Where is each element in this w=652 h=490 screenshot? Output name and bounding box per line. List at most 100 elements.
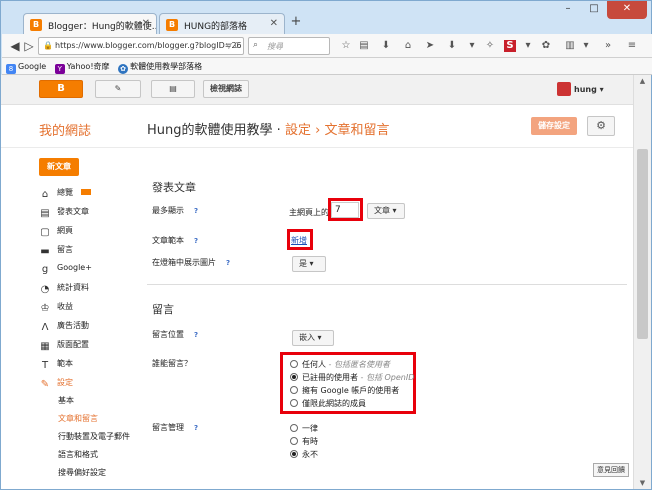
template-icon: T: [41, 360, 49, 371]
pages-icon: ▢: [40, 227, 50, 238]
avatar: [557, 82, 571, 96]
radio-button[interactable]: [290, 360, 298, 368]
scrollbar-thumb[interactable]: [637, 149, 648, 339]
new-tab-button[interactable]: +: [287, 15, 305, 31]
layout-icon: ▦: [40, 341, 50, 352]
sidebar-item-settings[interactable]: ✎ 設定: [39, 377, 73, 393]
sidebar-item-stats[interactable]: ◔ 統計資料: [39, 282, 89, 298]
sidebar-item-pages[interactable]: ▢ 網頁: [39, 225, 73, 241]
radio-moderation-always[interactable]: 一律: [290, 423, 318, 434]
feedback-button[interactable]: 意見回饋: [593, 463, 629, 477]
sidebar-item-overview[interactable]: ⌂ 總覽: [39, 187, 91, 203]
reading-list-icon[interactable]: ▤: [356, 38, 372, 54]
bookmark-yahoo[interactable]: Y Yahoo!奇摩: [54, 61, 110, 74]
sidebar-subitem-search-preferences[interactable]: 搜尋偏好設定: [58, 467, 106, 478]
radio-moderation-sometimes[interactable]: 有時: [290, 436, 318, 447]
gear-icon[interactable]: ⚙: [587, 116, 615, 136]
sidebar-item-googleplus[interactable]: g Google+: [39, 263, 92, 279]
page-title: 文章和留言: [324, 123, 390, 138]
save-settings-button[interactable]: 儲存設定: [531, 117, 577, 135]
pencil-icon[interactable]: ✎: [95, 80, 141, 98]
addon-s-icon[interactable]: S: [504, 40, 516, 52]
radio-button-selected[interactable]: [290, 373, 298, 381]
googleplus-icon: g: [41, 264, 49, 275]
help-icon[interactable]: ?: [194, 207, 198, 215]
comment-location-dropdown[interactable]: 嵌入 ▾: [292, 330, 334, 346]
address-bar[interactable]: 🔒 https://www.blogger.com/blogger.g?blog…: [38, 37, 244, 55]
home-icon[interactable]: ⌂: [400, 38, 416, 54]
bookmark-google[interactable]: 8 Google: [6, 62, 46, 74]
sidebar-subitem-basic[interactable]: 基本: [58, 395, 74, 406]
sidebar-subitem-language-format[interactable]: 語言和格式: [58, 449, 98, 460]
page-header: 我的網誌 Hung的軟體使用教學 · 設定 › 文章和留言 儲存設定 ⚙: [1, 106, 633, 148]
downloads-icon[interactable]: ⬇: [378, 38, 394, 54]
vertical-scrollbar[interactable]: ▲ ▼: [633, 75, 651, 489]
posts-unit-dropdown[interactable]: 文章 ▾: [367, 203, 405, 219]
radio-button[interactable]: [290, 424, 298, 432]
blogger-home-button[interactable]: B: [39, 80, 83, 98]
addon-tool-icon[interactable]: ✧: [482, 38, 498, 54]
scroll-down-icon[interactable]: ▼: [634, 479, 651, 487]
minimize-button[interactable]: –: [555, 1, 581, 19]
user-menu[interactable]: hung ▾: [557, 82, 604, 96]
radio-blog-members[interactable]: 僅限此網誌的成員: [290, 398, 366, 409]
lock-icon: 🔒: [43, 41, 53, 50]
close-tab-icon[interactable]: ✕: [142, 18, 150, 29]
sidebar-item-posts[interactable]: ▤ 發表文章: [39, 206, 89, 222]
clipboard-dropdown-icon[interactable]: ▾: [578, 38, 594, 54]
send-icon[interactable]: ➤: [422, 38, 438, 54]
sidebar-subitem-mobile-email[interactable]: 行動裝置及電子郵件: [58, 431, 130, 442]
breadcrumb: Hung的軟體使用教學 · 設定 › 文章和留言: [147, 123, 390, 138]
new-post-button[interactable]: 新文章: [39, 158, 79, 176]
tab-strip: B Blogger：Hung的軟體使... ✕ B HUNG的部落格 ✕ +: [7, 9, 571, 35]
sidebar-item-layout[interactable]: ▦ 版面配置: [39, 339, 89, 355]
reload-icon[interactable]: ▽ C: [226, 41, 240, 50]
radio-google-account[interactable]: 擁有 Google 帳戶的使用者: [290, 385, 399, 396]
help-icon[interactable]: ?: [194, 331, 198, 339]
radio-button[interactable]: [290, 386, 298, 394]
sidebar-item-template[interactable]: T 範本: [39, 358, 73, 374]
lightbox-dropdown[interactable]: 是 ▾: [292, 256, 326, 272]
copy-posts-icon[interactable]: ▤: [151, 80, 195, 98]
overflow-chevron-icon[interactable]: »: [600, 38, 616, 54]
forward-arrow-icon[interactable]: ▷: [20, 37, 38, 55]
help-icon[interactable]: ?: [194, 424, 198, 432]
radio-registered-users[interactable]: 已註冊的使用者 - 包括 OpenID: [290, 372, 414, 383]
sidebar: 新文章 ⌂ 總覽 ▤ 發表文章 ▢ 網頁 ▬ 留言 g Google+ ◔ 統計資料 ♔ 收益…: [1, 149, 137, 489]
bookmark-star-icon[interactable]: ☆: [338, 38, 354, 54]
scroll-up-icon[interactable]: ▲: [634, 77, 651, 85]
radio-anyone[interactable]: 任何人 - 包括匿名使用者: [290, 359, 390, 370]
browser-toolbar: ◀ ▷ 🔒 https://www.blogger.com/blogger.g?…: [2, 34, 652, 58]
sidebar-item-earnings[interactable]: ♔ 收益: [39, 301, 73, 317]
blogger-topbar: B ✎ ▤ 檢視網誌 hung ▾: [1, 75, 633, 105]
breadcrumb-settings[interactable]: 設定: [285, 123, 311, 138]
highlight-box: [287, 229, 313, 250]
addon-dropdown-icon[interactable]: ▾: [520, 38, 536, 54]
my-blogs-link[interactable]: 我的網誌: [39, 120, 91, 139]
tab-hung-blog[interactable]: B HUNG的部落格 ✕: [159, 13, 285, 35]
menu-icon[interactable]: ≡: [624, 38, 640, 54]
radio-button[interactable]: [290, 399, 298, 407]
settings-wrench-icon: ✎: [40, 379, 50, 390]
comments-icon: ▬: [40, 246, 50, 257]
sidebar-item-comments[interactable]: ▬ 留言: [39, 244, 73, 260]
sidebar-item-campaigns[interactable]: Λ 廣告活動: [39, 320, 89, 336]
addon-arrow-icon[interactable]: ▾: [464, 38, 480, 54]
puzzle-icon[interactable]: ✿: [538, 38, 554, 54]
tab-blogger[interactable]: B Blogger：Hung的軟體使... ✕: [23, 13, 157, 35]
sidebar-subitem-posts-comments[interactable]: 文章和留言: [58, 413, 98, 424]
maximize-button[interactable]: □: [581, 1, 607, 19]
radio-button[interactable]: [290, 437, 298, 445]
help-icon[interactable]: ?: [194, 237, 198, 245]
radio-moderation-never[interactable]: 永不: [290, 449, 318, 460]
addon-download-icon[interactable]: ⬇: [444, 38, 460, 54]
close-window-button[interactable]: ✕: [607, 1, 647, 19]
home-icon: ⌂: [41, 189, 49, 200]
clipboard-icon[interactable]: ▥: [562, 38, 578, 54]
radio-button-selected[interactable]: [290, 450, 298, 458]
view-blog-button[interactable]: 檢視網誌: [203, 80, 249, 98]
search-input[interactable]: ⌕ 搜尋: [248, 37, 330, 55]
help-icon[interactable]: ?: [226, 259, 230, 267]
bookmark-blog[interactable]: ✿ 軟體使用教學部落格: [118, 61, 202, 74]
close-tab-icon[interactable]: ✕: [270, 18, 278, 29]
